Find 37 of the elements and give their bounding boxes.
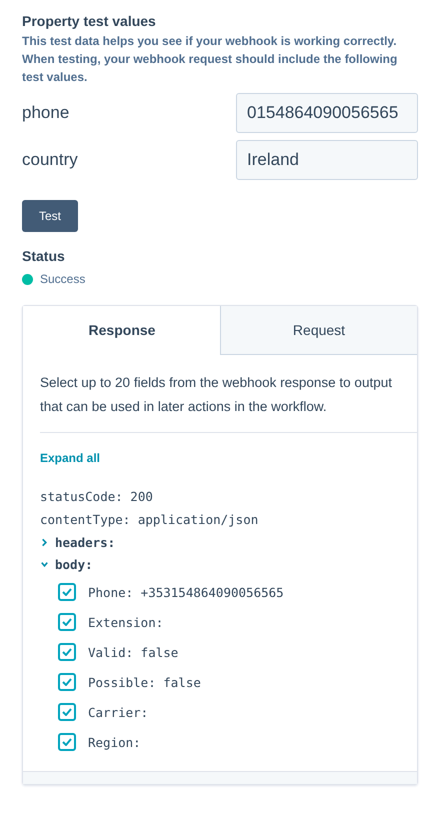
check-icon (62, 648, 72, 656)
property-input-field[interactable]: Ireland (236, 140, 418, 180)
property-label: phone (22, 103, 70, 123)
field-label: Carrier: (88, 704, 148, 720)
checkbox[interactable] (58, 643, 76, 661)
check-icon (62, 678, 72, 686)
chevron-down-icon[interactable] (40, 560, 49, 568)
group-label: headers: (55, 534, 116, 550)
field-label: Extension: (88, 614, 164, 630)
test-button[interactable]: Test (22, 200, 78, 232)
checkbox[interactable] (58, 673, 76, 691)
checkbox[interactable] (58, 583, 76, 601)
field-label: Phone: +353154864090056565 (88, 584, 284, 600)
chevron-right-icon[interactable] (40, 538, 49, 546)
check-icon (62, 618, 72, 626)
expand-all-link[interactable]: Expand all (40, 451, 100, 465)
response-value: statusCode: 200 (40, 488, 154, 506)
status-title: Status (22, 248, 66, 264)
property-label: country (22, 150, 78, 170)
checkbox[interactable] (58, 613, 76, 631)
check-icon (62, 738, 72, 746)
check-icon (62, 708, 72, 716)
response-value: contentType: application/json (40, 511, 260, 529)
section-title: Property test values (22, 13, 157, 29)
check-icon (62, 588, 72, 596)
status-text: Success (40, 272, 86, 286)
checkbox[interactable] (58, 703, 76, 721)
tab[interactable]: Request (220, 306, 417, 355)
group-label: body: (55, 556, 93, 572)
property-input-field[interactable]: 0154864090056565 (236, 93, 418, 133)
field-label: Possible: false (88, 674, 201, 690)
tab[interactable]: Response (23, 306, 220, 355)
intro-text: Select up to 20 fields from the webhook response to output that can be used in later actions in the workflow. (40, 371, 417, 433)
section-description: This test data helps you see if your webhook is working correctly. When testing, your webhook request should include the following test values. (22, 33, 398, 86)
field-label: Region: (88, 734, 141, 750)
field-label: Valid: false (88, 644, 178, 660)
checkbox[interactable] (58, 733, 76, 751)
